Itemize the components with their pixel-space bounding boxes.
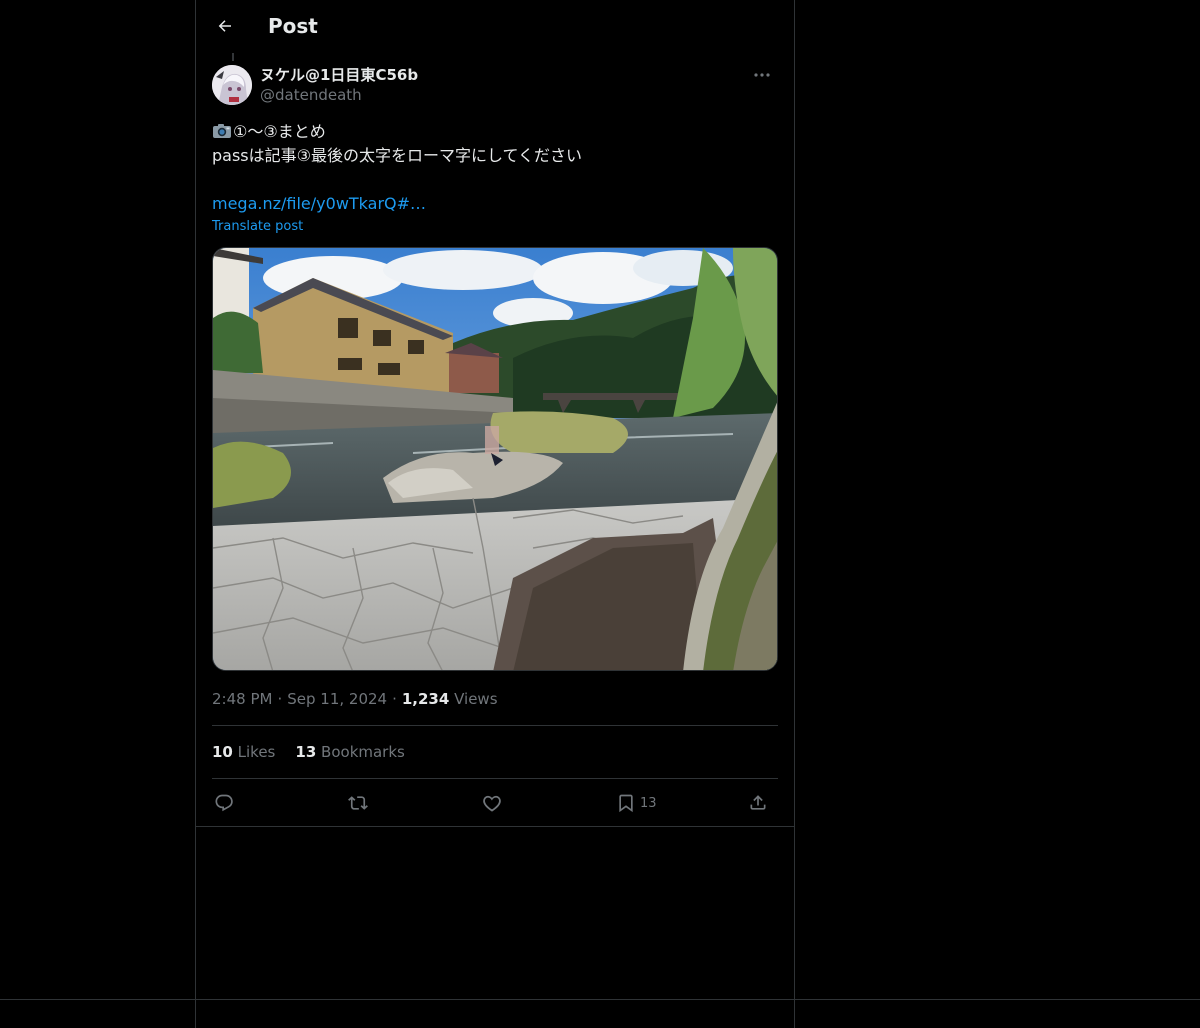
- views-label: Views: [454, 690, 498, 708]
- avatar[interactable]: [212, 65, 252, 105]
- like-icon: [483, 795, 501, 812]
- header: Post: [196, 0, 794, 53]
- more-icon: [754, 73, 770, 77]
- display-name[interactable]: ヌケル@1日目東C56b: [260, 65, 418, 85]
- divider: [212, 725, 778, 726]
- bookmark-icon: [619, 794, 633, 813]
- bottom-divider: [0, 999, 1200, 1000]
- repost-button[interactable]: [348, 789, 368, 817]
- likes-label: Likes: [237, 743, 276, 761]
- main-column: Post ヌケル@1日目東C56b @datendeath ①〜③まとめ pas…: [195, 0, 795, 1028]
- bookmark-button[interactable]: 13: [616, 789, 657, 817]
- page-title: Post: [268, 14, 318, 38]
- translate-post-link[interactable]: Translate post: [212, 218, 303, 236]
- bookmarks-stat[interactable]: 13 Bookmarks: [295, 742, 404, 762]
- divider: [212, 778, 778, 779]
- action-bar: 13: [212, 789, 778, 817]
- meta-separator: ·: [392, 690, 397, 708]
- bookmarks-count: 13: [295, 743, 317, 761]
- arrow-left-icon: [218, 20, 231, 32]
- post-meta: 2:48 PM · Sep 11, 2024 · 1,234 Views: [212, 689, 498, 709]
- repost-icon: [348, 796, 368, 810]
- post-image[interactable]: [212, 247, 778, 671]
- reply-button[interactable]: [214, 789, 234, 817]
- back-button[interactable]: [212, 13, 238, 39]
- thread-line: [232, 53, 234, 61]
- likes-count: 10: [212, 743, 233, 761]
- post-link[interactable]: mega.nz/file/y0wTkarQ#…: [212, 192, 426, 216]
- views-count: 1,234: [401, 690, 450, 708]
- post-line-2: passは記事③最後の太字をローマ字にしてください: [212, 146, 583, 165]
- likes-stat[interactable]: 10 Likes: [212, 742, 275, 762]
- author-row: ヌケル@1日目東C56b @datendeath: [212, 64, 778, 106]
- post-line-1: ①〜③まとめ: [212, 120, 778, 144]
- meta-separator: ·: [277, 690, 283, 708]
- user-handle[interactable]: @datendeath: [260, 85, 362, 105]
- post-text: ①〜③まとめ passは記事③最後の太字をローマ字にしてください: [212, 120, 778, 168]
- bookmarks-label: Bookmarks: [321, 743, 405, 761]
- post-time[interactable]: 2:48 PM: [212, 690, 272, 708]
- post-stats: 10 Likes 13 Bookmarks: [212, 742, 405, 762]
- camera-icon: [213, 124, 231, 138]
- share-button[interactable]: [748, 789, 768, 817]
- post-line-1-text: ①〜③まとめ: [233, 122, 326, 141]
- post-date[interactable]: Sep 11, 2024: [287, 690, 387, 708]
- reply-icon: [215, 794, 233, 812]
- bookmark-count: 13: [640, 795, 657, 811]
- more-options-button[interactable]: [748, 64, 776, 86]
- avatar-image: [212, 65, 252, 105]
- share-icon: [750, 795, 766, 810]
- river-photo: [213, 248, 777, 670]
- divider: [196, 826, 794, 827]
- like-button[interactable]: [482, 789, 502, 817]
